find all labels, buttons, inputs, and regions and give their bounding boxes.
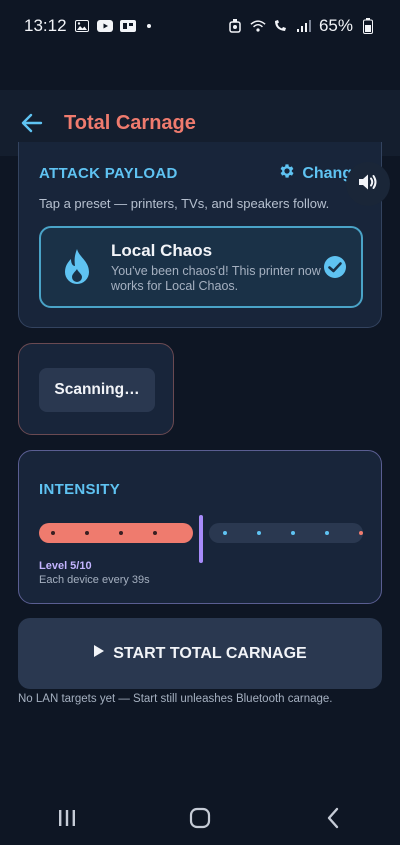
flame-icon bbox=[61, 247, 93, 287]
status-bar: 13:12 65% bbox=[0, 0, 400, 52]
image-icon bbox=[74, 19, 90, 33]
gear-icon bbox=[278, 162, 296, 185]
slider-tick bbox=[51, 531, 55, 535]
intensity-slider[interactable] bbox=[39, 515, 363, 563]
slider-tick bbox=[359, 531, 363, 535]
intensity-level-label: Level 5/10 bbox=[39, 560, 92, 572]
preset-title: Local Chaos bbox=[111, 240, 213, 260]
speaker-icon bbox=[356, 170, 380, 199]
check-circle-icon bbox=[323, 255, 347, 279]
slider-tick bbox=[153, 531, 157, 535]
system-nav-bar bbox=[0, 790, 400, 845]
youtube-icon bbox=[96, 19, 113, 33]
page-title: Total Carnage bbox=[64, 111, 196, 134]
sound-toggle-button[interactable] bbox=[346, 162, 390, 206]
slider-tick bbox=[119, 531, 123, 535]
scan-card: Scanning… bbox=[18, 343, 174, 435]
intensity-title: INTENSITY bbox=[39, 481, 121, 498]
app-badge-icon bbox=[119, 19, 136, 33]
slider-tick bbox=[257, 531, 261, 535]
slider-tick bbox=[291, 531, 295, 535]
home-icon[interactable] bbox=[180, 798, 220, 838]
attack-payload-card: ATTACK PAYLOAD Change Tap a preset — pri… bbox=[18, 142, 382, 328]
recent-apps-icon[interactable] bbox=[47, 798, 87, 838]
intensity-subtitle: Each device every 39s bbox=[39, 574, 150, 586]
call-icon bbox=[273, 19, 289, 33]
intensity-card: INTENSITY Level 5/10 Each device every 3… bbox=[18, 450, 382, 604]
arrow-left-icon[interactable] bbox=[20, 111, 44, 135]
slider-thumb[interactable] bbox=[199, 515, 203, 563]
attack-payload-title: ATTACK PAYLOAD bbox=[39, 165, 178, 182]
preset-description: You've been chaos'd! This printer now wo… bbox=[111, 263, 321, 293]
slider-active-track bbox=[39, 523, 193, 543]
back-nav-icon[interactable] bbox=[313, 798, 353, 838]
start-total-carnage-button[interactable]: START TOTAL CARNAGE bbox=[18, 618, 382, 689]
payload-hint: Tap a preset — printers, TVs, and speake… bbox=[39, 196, 330, 211]
slider-tick bbox=[85, 531, 89, 535]
play-icon bbox=[93, 644, 105, 663]
status-time: 13:12 bbox=[24, 16, 67, 35]
slider-tick bbox=[325, 531, 329, 535]
slider-inactive-track bbox=[209, 523, 363, 543]
alarm-icon bbox=[227, 19, 243, 33]
wifi-icon bbox=[250, 19, 266, 33]
scanning-button[interactable]: Scanning… bbox=[39, 368, 155, 412]
battery-icon bbox=[360, 18, 376, 34]
slider-tick bbox=[223, 531, 227, 535]
footer-note: No LAN targets yet — Start still unleash… bbox=[18, 693, 333, 705]
preset-local-chaos[interactable]: Local Chaos You've been chaos'd! This pr… bbox=[39, 226, 363, 308]
dot-icon bbox=[146, 24, 151, 28]
signal-icon bbox=[296, 19, 312, 33]
start-label: START TOTAL CARNAGE bbox=[113, 644, 307, 662]
battery-percent: 65% bbox=[318, 16, 353, 35]
